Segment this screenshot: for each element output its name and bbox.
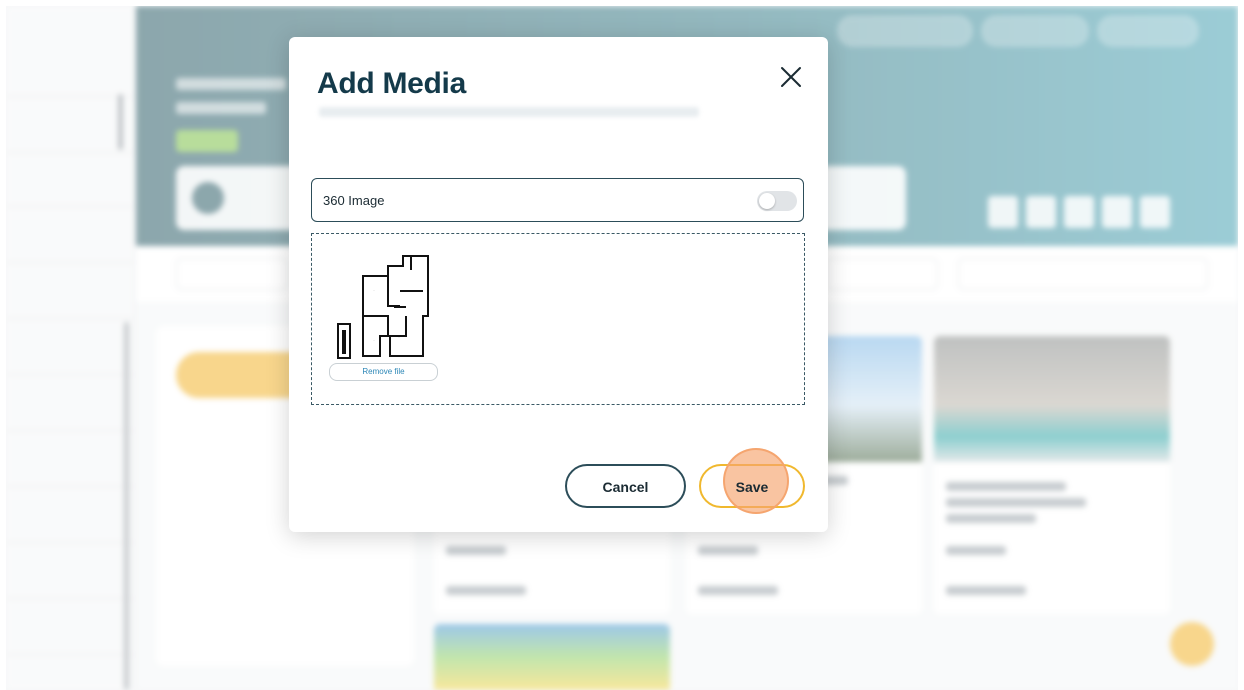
toggle-knob [759, 193, 775, 209]
cancel-button[interactable]: Cancel [565, 464, 686, 508]
remove-file-button[interactable]: Remove file [329, 363, 438, 381]
file-dropzone[interactable]: ·· ·· ·· Remove file [311, 233, 805, 405]
add-media-dialog: Add Media 360 Image ·· ·· ·· Remove file… [289, 37, 828, 532]
modal-subtitle-blurred [319, 107, 699, 117]
svg-text:··: ·· [398, 335, 400, 339]
svg-text:··: ·· [373, 288, 375, 292]
close-button[interactable] [777, 63, 805, 91]
modal-title: Add Media [317, 67, 466, 100]
image-360-label: 360 Image [323, 193, 385, 208]
save-button[interactable]: Save [699, 464, 805, 508]
image-360-toggle[interactable] [757, 191, 797, 211]
close-icon [781, 67, 801, 87]
save-button-label: Save [735, 479, 769, 495]
image-360-row: 360 Image [311, 178, 804, 222]
floor-plan-thumbnail: ·· ·· ·· [337, 255, 429, 359]
svg-text:··: ·· [373, 338, 375, 342]
